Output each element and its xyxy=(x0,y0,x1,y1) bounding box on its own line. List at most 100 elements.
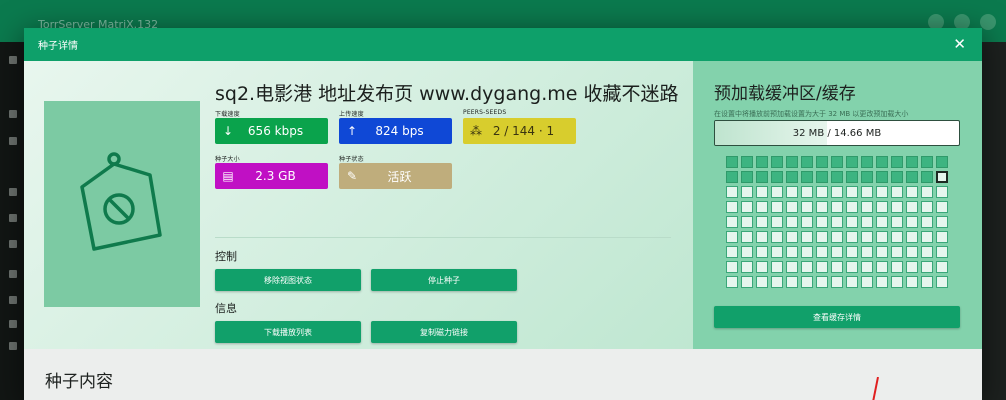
cache-piece xyxy=(771,201,783,213)
sidebar-icon[interactable] xyxy=(9,137,17,145)
sidebar-icon[interactable] xyxy=(9,188,17,196)
cache-piece xyxy=(831,201,843,213)
cache-piece xyxy=(726,201,738,213)
torrent-size-value: 2.3 GB xyxy=(255,169,296,183)
cache-piece xyxy=(921,171,933,183)
cache-piece xyxy=(936,156,948,168)
torrent-details-dialog: 种子详情 ✕ sq2.电影港 地址发布页 www.dygang.me 收藏不迷路… xyxy=(24,28,982,400)
cache-piece xyxy=(876,186,888,198)
cache-piece xyxy=(921,246,933,258)
sidebar-icon[interactable] xyxy=(9,320,17,328)
sidebar-icon[interactable] xyxy=(9,240,17,248)
cache-piece xyxy=(756,216,768,228)
cache-piece xyxy=(816,201,828,213)
cache-piece xyxy=(936,186,948,198)
cache-piece xyxy=(726,171,738,183)
cache-piece xyxy=(906,171,918,183)
cache-piece xyxy=(726,186,738,198)
remove-view-state-button[interactable]: 移除视图状态 xyxy=(215,269,361,291)
cache-piece xyxy=(786,216,798,228)
cache-piece xyxy=(921,276,933,288)
cache-piece xyxy=(756,231,768,243)
cache-piece xyxy=(921,156,933,168)
cache-piece xyxy=(891,201,903,213)
copy-magnet-link-button[interactable]: 复制磁力链接 xyxy=(371,321,517,343)
cache-piece xyxy=(861,186,873,198)
cache-piece xyxy=(786,276,798,288)
cache-piece xyxy=(891,246,903,258)
download-playlist-button[interactable]: 下载播放列表 xyxy=(215,321,361,343)
sidebar-icon[interactable] xyxy=(9,56,17,64)
cache-piece xyxy=(801,261,813,273)
sidebar-icon[interactable] xyxy=(9,342,17,350)
upload-speed-card: ↑ 824 bps xyxy=(339,118,452,144)
cache-piece xyxy=(726,231,738,243)
cache-progress-bar: 32 MB / 14.66 MB xyxy=(714,120,960,146)
cache-piece xyxy=(786,201,798,213)
cache-piece xyxy=(906,261,918,273)
peers-seeds-label: PEERS-SEEDS xyxy=(463,109,507,116)
cache-piece xyxy=(816,276,828,288)
cache-piece xyxy=(831,261,843,273)
cache-piece xyxy=(801,276,813,288)
torrent-name: sq2.电影港 地址发布页 www.dygang.me 收藏不迷路 xyxy=(215,83,679,105)
download-speed-value: 656 kbps xyxy=(247,124,304,138)
sidebar-icon[interactable] xyxy=(9,110,17,118)
cache-piece xyxy=(816,231,828,243)
cache-hint: 在设置中将播放前预加载设置为大于 32 MB 以更改预加载大小 xyxy=(714,110,909,118)
cache-piece xyxy=(831,216,843,228)
cache-piece xyxy=(861,216,873,228)
cache-piece xyxy=(846,216,858,228)
cache-piece xyxy=(801,201,813,213)
close-icon[interactable]: ✕ xyxy=(953,36,966,52)
cache-piece xyxy=(906,186,918,198)
cache-piece xyxy=(831,231,843,243)
cache-piece xyxy=(831,276,843,288)
cache-piece xyxy=(786,261,798,273)
cache-piece xyxy=(816,186,828,198)
cache-piece xyxy=(786,231,798,243)
cache-piece xyxy=(861,201,873,213)
cache-piece xyxy=(846,201,858,213)
cache-piece xyxy=(906,201,918,213)
cache-piece xyxy=(936,216,948,228)
cache-piece xyxy=(726,216,738,228)
cache-piece xyxy=(801,156,813,168)
sidebar-icon[interactable] xyxy=(9,214,17,222)
cache-piece xyxy=(726,261,738,273)
cache-piece xyxy=(771,156,783,168)
cache-piece xyxy=(891,261,903,273)
upload-speed-label: 上传速度 xyxy=(339,111,364,118)
cache-piece xyxy=(876,261,888,273)
cache-piece xyxy=(921,261,933,273)
cache-piece xyxy=(786,186,798,198)
torrent-poster-placeholder xyxy=(44,101,200,307)
cache-piece xyxy=(756,156,768,168)
torrent-status-value: 活跃 xyxy=(387,169,412,184)
storage-icon: ▤ xyxy=(222,169,234,183)
cache-piece xyxy=(831,171,843,183)
cache-piece xyxy=(846,261,858,273)
avatar[interactable] xyxy=(980,14,996,30)
cache-piece xyxy=(876,156,888,168)
cache-panel: 预加载缓冲区/缓存 在设置中将播放前预加载设置为大于 32 MB 以更改预加载大… xyxy=(693,61,982,349)
app-sidebar xyxy=(0,42,24,400)
cache-piece xyxy=(801,231,813,243)
cache-piece xyxy=(726,246,738,258)
cache-piece xyxy=(876,231,888,243)
view-cache-details-button[interactable]: 查看缓存详情 xyxy=(714,306,960,328)
cache-piece xyxy=(771,186,783,198)
no-image-icon xyxy=(80,152,162,251)
sidebar-icon[interactable] xyxy=(9,296,17,304)
cache-piece xyxy=(906,246,918,258)
sidebar-icon[interactable] xyxy=(9,270,17,278)
cache-pieces-grid xyxy=(726,156,950,288)
cache-piece xyxy=(936,246,948,258)
cache-piece xyxy=(756,261,768,273)
cache-piece xyxy=(906,276,918,288)
cache-piece xyxy=(936,261,948,273)
stop-torrent-button[interactable]: 停止种子 xyxy=(371,269,517,291)
cache-piece xyxy=(816,171,828,183)
cache-piece xyxy=(726,156,738,168)
cache-piece xyxy=(741,171,753,183)
